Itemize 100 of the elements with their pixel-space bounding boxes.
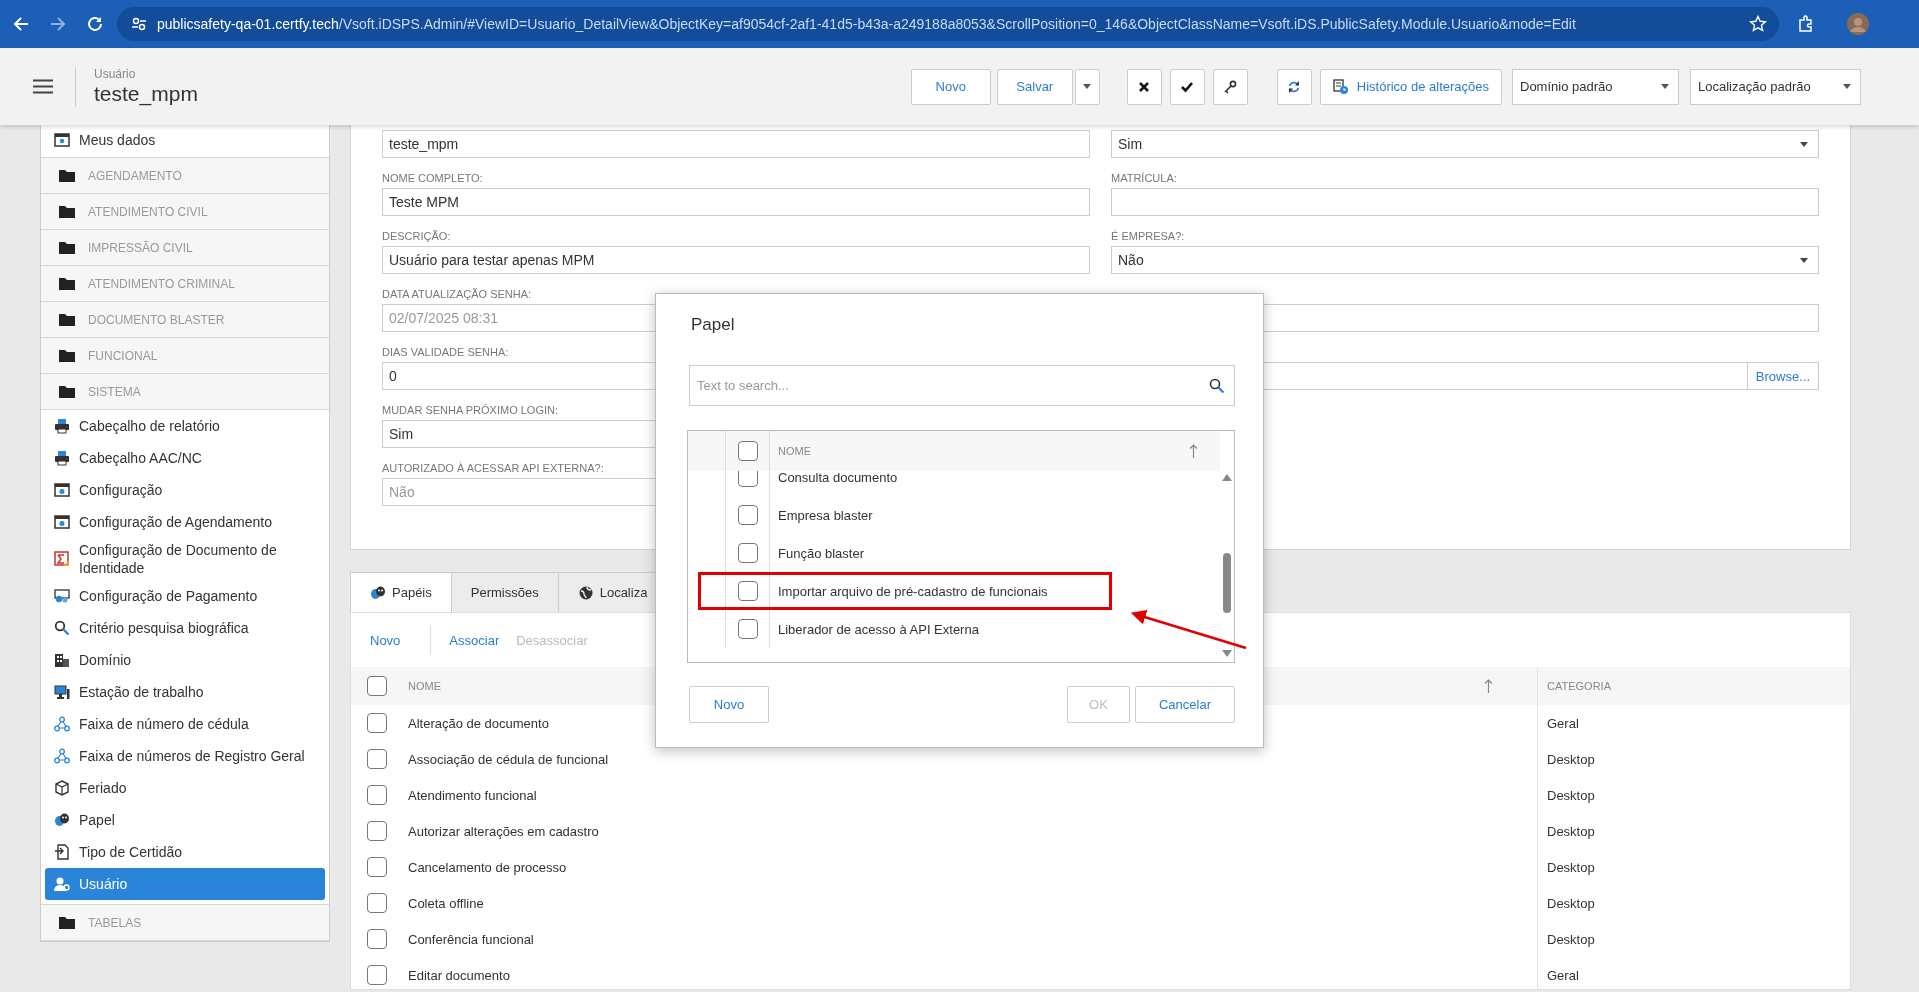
dialog-title: Papel bbox=[691, 315, 735, 335]
search-icon bbox=[1209, 377, 1225, 394]
sidebar-item[interactable]: Domínio bbox=[41, 644, 329, 676]
browse-button[interactable]: Browse... bbox=[1746, 363, 1818, 389]
sidebar-item[interactable]: Tipo de Certidão bbox=[41, 836, 329, 868]
text-field[interactable]: teste_mpm bbox=[382, 130, 1090, 158]
sidebar-item[interactable]: Configuração de Documento de Identidade bbox=[41, 538, 329, 580]
document-icon bbox=[54, 844, 70, 860]
dropdown-field[interactable]: Sim bbox=[1111, 130, 1819, 158]
table-cell-text: Cancelamento de processo bbox=[407, 859, 568, 875]
sigma-icon bbox=[54, 551, 70, 567]
forward-icon bbox=[49, 15, 67, 33]
icon-button[interactable] bbox=[1126, 68, 1162, 105]
dropdown-button[interactable] bbox=[1074, 68, 1100, 105]
dropdown[interactable]: Localização padrão bbox=[1690, 68, 1861, 105]
sort-ascending-icon bbox=[1484, 679, 1493, 693]
refresh-icon bbox=[1287, 79, 1302, 94]
sidebar-item[interactable]: Configuração de Pagamento bbox=[41, 580, 329, 612]
field-label: DIAS VALIDADE SENHA: bbox=[382, 345, 509, 360]
building-icon bbox=[54, 652, 70, 668]
field-label: MATRÍCULA: bbox=[1111, 171, 1177, 186]
reload-icon bbox=[86, 15, 104, 33]
table-cell: Geral bbox=[1537, 957, 1850, 989]
checkbox[interactable] bbox=[737, 441, 758, 461]
close-icon bbox=[1137, 79, 1152, 94]
folder-icon bbox=[59, 349, 75, 362]
button[interactable]: Novo bbox=[910, 68, 991, 105]
window-icon bbox=[54, 482, 70, 498]
site-settings-icon bbox=[131, 16, 147, 32]
table-cell-text: Editar documento bbox=[407, 967, 511, 983]
folder-icon bbox=[59, 385, 75, 398]
sidebar-item[interactable]: Feriado bbox=[41, 772, 329, 804]
link[interactable]: Associar bbox=[449, 632, 500, 648]
button[interactable]: Salvar bbox=[996, 68, 1073, 105]
icon-button[interactable] bbox=[1212, 68, 1248, 105]
folder-icon bbox=[59, 916, 75, 929]
checkbox[interactable] bbox=[367, 821, 387, 841]
field-label: MUDAR SENHA PRÓXIMO LOGIN: bbox=[382, 403, 559, 418]
user-icon bbox=[54, 876, 70, 892]
avatar-icon bbox=[1847, 13, 1869, 35]
text-field[interactable] bbox=[1111, 188, 1819, 216]
checkbox[interactable] bbox=[367, 785, 387, 805]
sidebar-item[interactable]: Configuração bbox=[41, 474, 329, 506]
checkbox[interactable] bbox=[367, 893, 387, 913]
folder-icon bbox=[59, 205, 75, 218]
field-label: DATA ATUALIZAÇÃO SENHA: bbox=[382, 287, 532, 302]
table-cell: Desktop bbox=[1537, 777, 1850, 813]
dropdown-field[interactable]: Não bbox=[1111, 246, 1819, 274]
table-cell-text: Associação de cédula de funcional bbox=[407, 751, 610, 767]
checkbox[interactable] bbox=[367, 929, 387, 949]
field-label: NOME COMPLETO: bbox=[382, 171, 483, 186]
checkbox[interactable] bbox=[737, 471, 758, 487]
button[interactable]: Novo bbox=[689, 686, 769, 723]
sidebar-item[interactable]: Cabeçalho de relatório bbox=[41, 410, 329, 442]
history-button[interactable]: Histórico de alterações bbox=[1319, 68, 1502, 105]
back-icon bbox=[12, 15, 30, 33]
masks-icon bbox=[370, 584, 386, 601]
address-bar[interactable] bbox=[117, 7, 1779, 41]
checkbox[interactable] bbox=[367, 965, 387, 985]
table-cell: Desktop bbox=[1537, 741, 1850, 777]
checkbox[interactable] bbox=[737, 543, 758, 563]
sidebar-item[interactable]: Cabeçalho AAC/NC bbox=[41, 442, 329, 474]
globe-icon bbox=[577, 584, 594, 601]
button[interactable]: Cancelar bbox=[1135, 686, 1235, 723]
menu-icon bbox=[33, 79, 53, 94]
gears-icon bbox=[54, 588, 70, 604]
window-icon bbox=[54, 514, 70, 530]
sort-ascending-icon bbox=[1189, 444, 1198, 458]
text-field[interactable]: Usuário para testar apenas MPM bbox=[382, 246, 1090, 274]
checkbox[interactable] bbox=[737, 505, 758, 525]
sidebar-item[interactable]: Papel bbox=[41, 804, 329, 836]
sidebar-item[interactable]: Meus dados bbox=[41, 125, 329, 158]
checkbox[interactable] bbox=[367, 749, 387, 769]
checkbox[interactable] bbox=[737, 619, 758, 639]
table-cell-text: Coleta offline bbox=[407, 895, 485, 911]
field-label: É EMPRESA?: bbox=[1111, 229, 1185, 244]
scroll-down-icon bbox=[1222, 650, 1232, 657]
printer-icon bbox=[54, 418, 70, 434]
link[interactable]: Novo bbox=[370, 632, 401, 648]
checkbox[interactable] bbox=[367, 676, 387, 696]
checkbox[interactable] bbox=[737, 581, 758, 601]
table-cell: Desktop bbox=[1537, 813, 1850, 849]
icon-button[interactable] bbox=[1169, 68, 1205, 105]
sidebar-item[interactable]: Faixa de números de Registro Geral bbox=[41, 740, 329, 772]
sidebar-item[interactable]: Usuário bbox=[45, 868, 325, 900]
table-cell: Desktop bbox=[1537, 849, 1850, 885]
key-icon bbox=[1223, 79, 1238, 94]
sidebar-item[interactable]: Critério pesquisa biográfica bbox=[41, 612, 329, 644]
id-card-icon bbox=[54, 132, 70, 148]
nodes-icon bbox=[54, 716, 70, 732]
dropdown[interactable]: Domínio padrão bbox=[1512, 68, 1679, 105]
extensions-icon bbox=[1797, 15, 1815, 33]
sidebar-item[interactable]: Estação de trabalho bbox=[41, 676, 329, 708]
text-field[interactable]: Teste MPM bbox=[382, 188, 1090, 216]
checkbox[interactable] bbox=[367, 857, 387, 877]
sidebar-item[interactable]: Configuração de Agendamento bbox=[41, 506, 329, 538]
nodes-icon bbox=[54, 748, 70, 764]
tab[interactable]: Papéis bbox=[350, 572, 452, 612]
sidebar-item[interactable]: Faixa de número de cédula bbox=[41, 708, 329, 740]
checkbox[interactable] bbox=[367, 713, 387, 733]
